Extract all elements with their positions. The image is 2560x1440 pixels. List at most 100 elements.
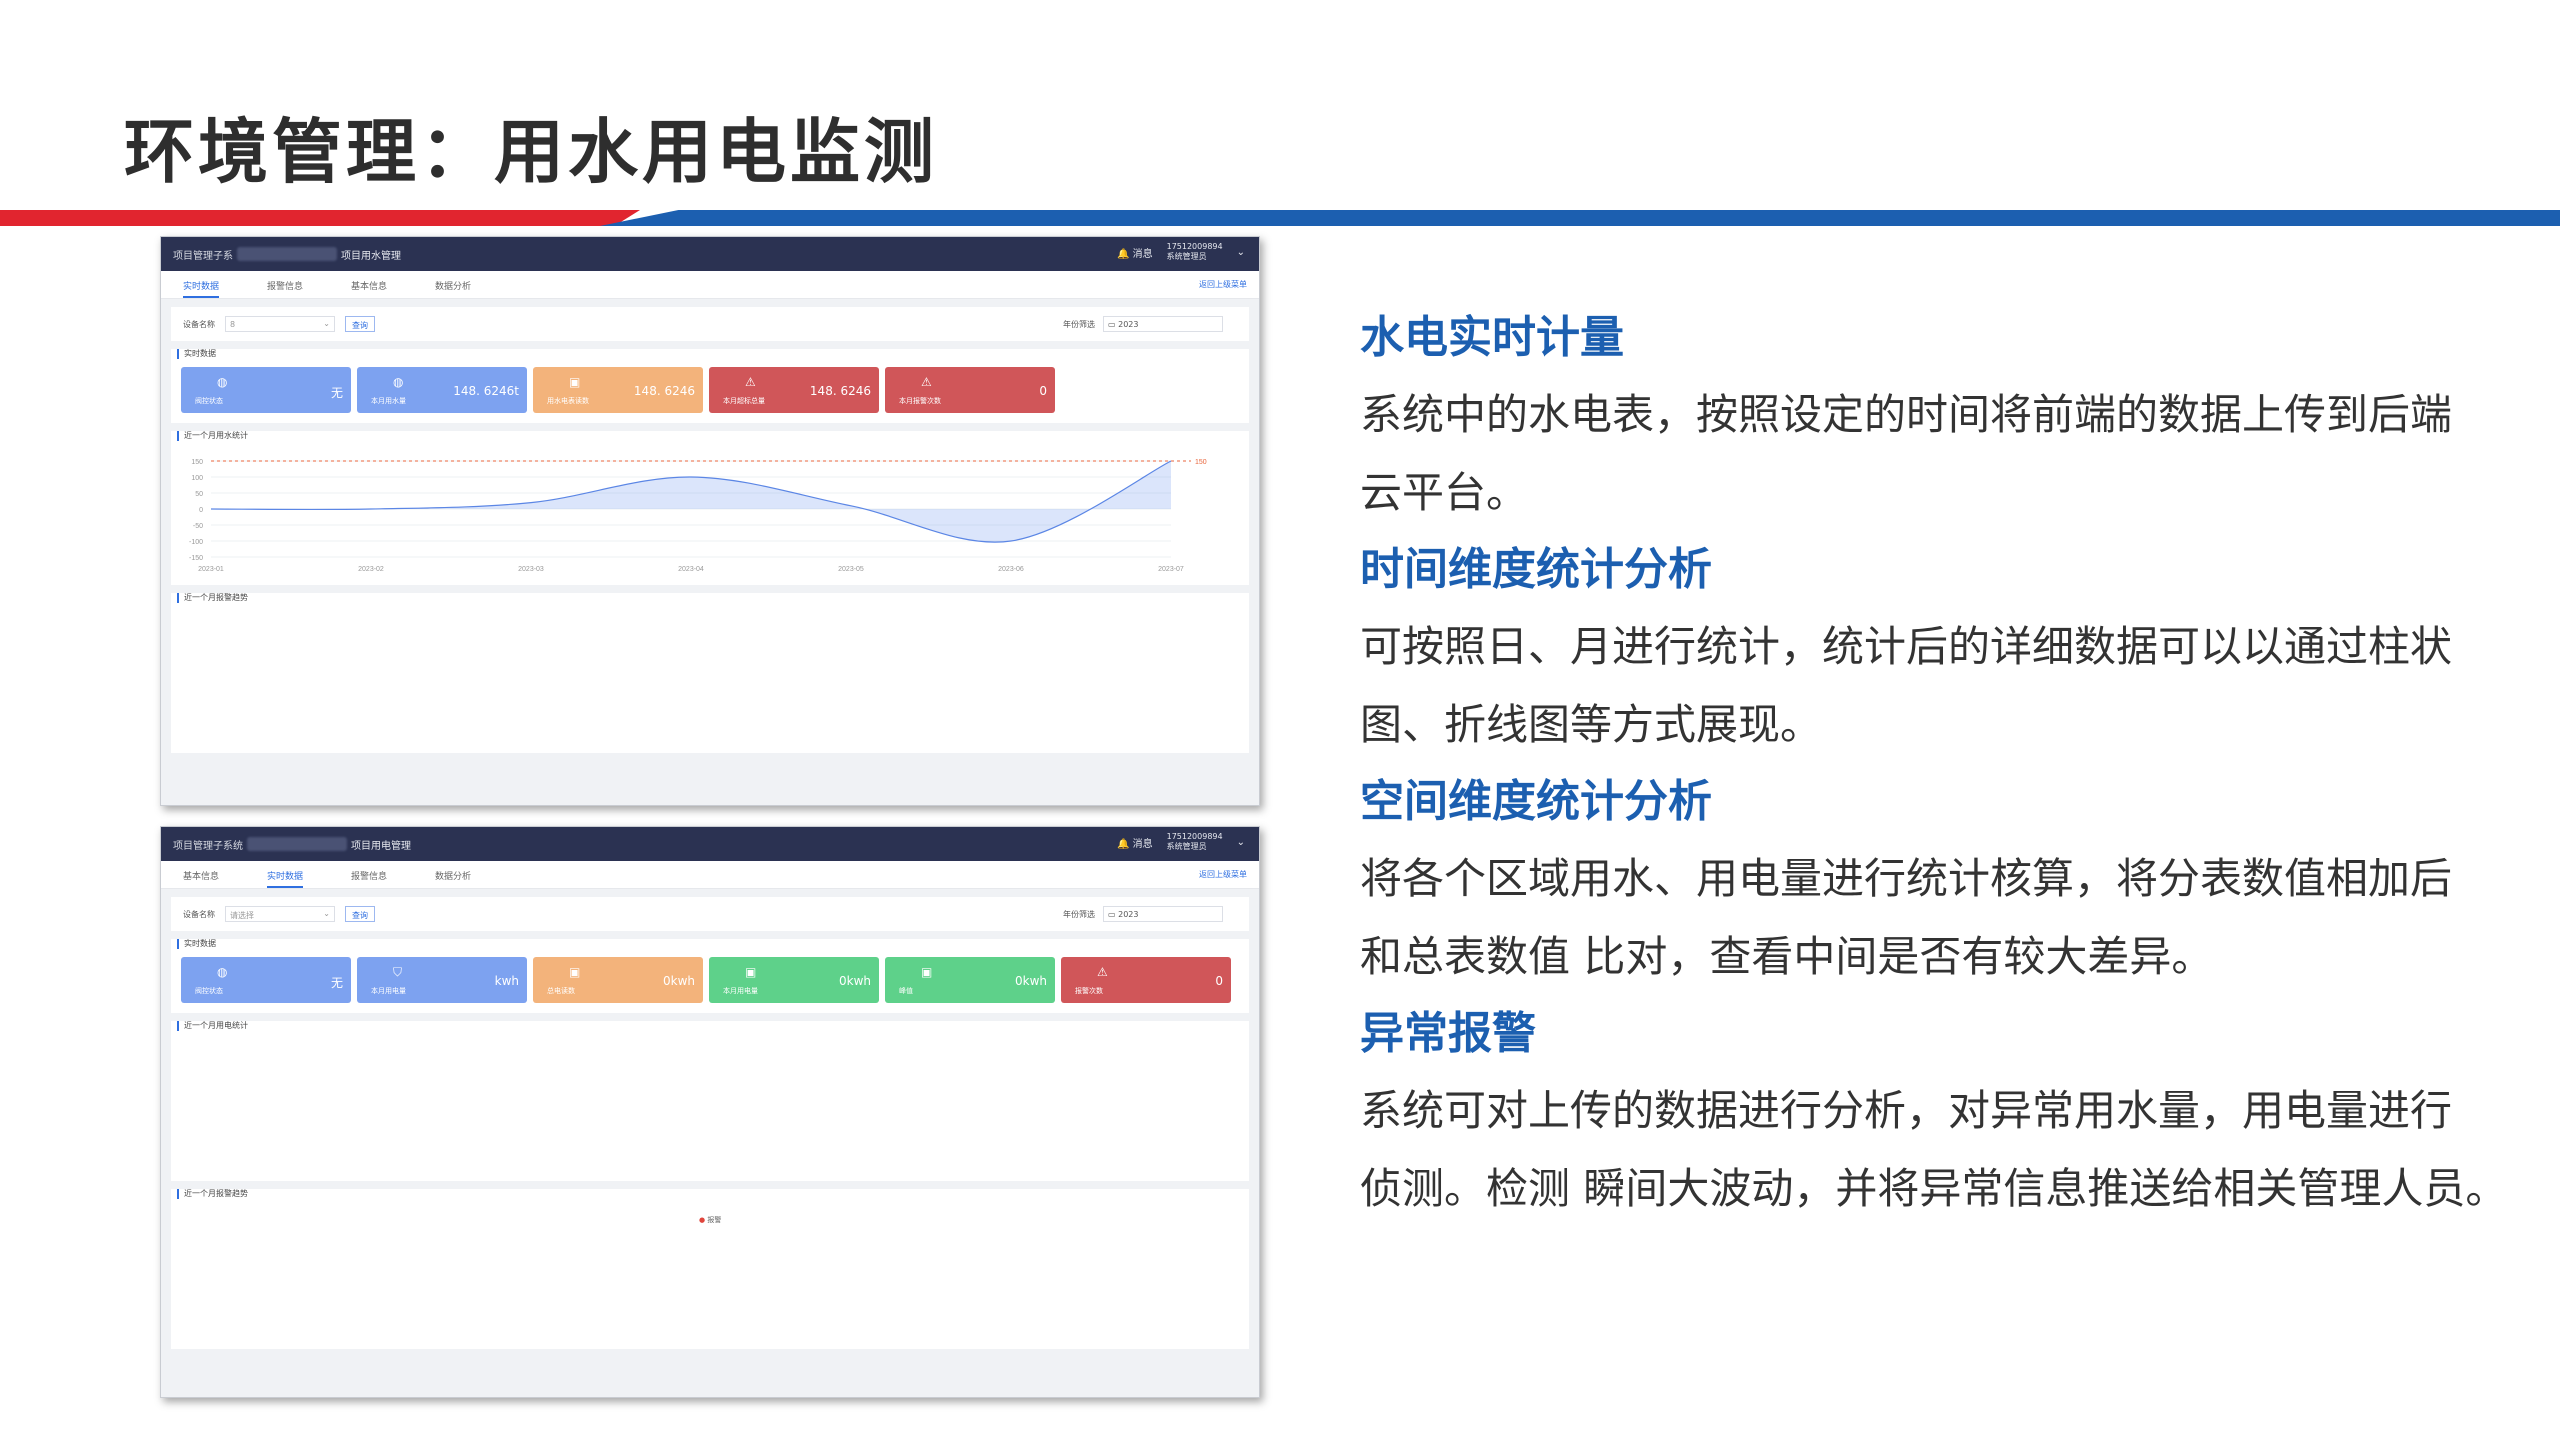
- query-button[interactable]: 查询: [345, 316, 375, 332]
- system-name: 项目管理子系: [173, 250, 233, 262]
- water-drop-icon: ◍: [393, 375, 404, 389]
- card-monthly-power: ⛉ 本月用电量 kwh: [357, 957, 527, 1003]
- device-select-placeholder: 请选择: [230, 911, 254, 920]
- card-value: 无: [330, 386, 343, 400]
- x-tick-label: 2023-04: [678, 566, 704, 573]
- x-tick-label: 2023-03: [518, 566, 544, 573]
- card-label: 峰值: [899, 987, 913, 995]
- legend-label: 报警: [707, 1216, 722, 1224]
- card-alarm-count: ⚠ 报警次数 0: [1061, 957, 1231, 1003]
- device-select-value: 8: [230, 320, 236, 329]
- tab-alarm[interactable]: 报警信息: [267, 279, 303, 298]
- realtime-title: 实时数据: [177, 349, 1249, 359]
- device-select[interactable]: 请选择 ⌄: [225, 906, 335, 922]
- feature-line: 将各个区域用水、用电量进行统计核算，将分表数值相加后: [1360, 854, 2453, 903]
- app-header: 项目管理子系统 项目用电管理 🔔 消息 17512009894 系统管理员 ⌄: [161, 827, 1259, 861]
- alarm-title: 近一个月报警趋势: [177, 1189, 1249, 1199]
- chevron-down-icon[interactable]: ⌄: [1237, 247, 1245, 258]
- year-picker[interactable]: ▭ 2023: [1103, 906, 1223, 922]
- tab-realtime[interactable]: 实时数据: [183, 279, 220, 298]
- feature-heading: 空间维度统计分析: [1360, 776, 1712, 827]
- shield-icon: ⛉: [393, 965, 403, 979]
- alarm-title: 近一个月报警趋势: [177, 593, 1249, 603]
- feature-space-analysis: 空间维度统计分析 将各个区域用水、用电量进行统计核算，将分表数值相加后 和总表数…: [1360, 764, 2510, 996]
- tab-realtime[interactable]: 实时数据: [267, 869, 304, 888]
- warning-icon: ⚠: [1097, 965, 1108, 979]
- x-tick-label: 2023-07: [1158, 566, 1184, 573]
- year-filter: 年份筛选 ▭ 2023: [1063, 906, 1223, 922]
- back-link[interactable]: 返回上级菜单: [1199, 869, 1247, 880]
- tab-basic-info[interactable]: 基本信息: [183, 869, 219, 888]
- user-menu[interactable]: 17512009894 系统管理员: [1167, 832, 1223, 852]
- notification-button[interactable]: 🔔 消息: [1117, 835, 1153, 850]
- tab-alarm[interactable]: 报警信息: [351, 869, 387, 888]
- card-label: 阀控状态: [195, 397, 223, 405]
- meter-icon: ▣: [745, 965, 757, 979]
- trend-title: 近一个月用水统计: [177, 431, 1249, 441]
- filter-bar: 设备名称 8 ⌄ 查询 年份筛选 ▭ 2023: [171, 307, 1249, 341]
- realtime-panel: 实时数据 ◍ 阀控状态 无 ◍ 本月用水量 148. 6246t ▣ 用水电表读数 148.…: [171, 349, 1249, 423]
- feature-line: 和总表数值 比对，查看中间是否有较大差异。: [1360, 932, 2214, 981]
- year-label: 年份筛选: [1063, 909, 1095, 919]
- card-alarm-count: ⚠ 本月报警次数 0: [885, 367, 1055, 413]
- bell-icon: 🔔: [1116, 248, 1130, 260]
- tab-basic-info[interactable]: 基本信息: [351, 279, 387, 298]
- power-trend-panel: 近一个月用电统计: [171, 1021, 1249, 1181]
- markline-label: 150: [1195, 459, 1207, 466]
- feature-line: 图、折线图等方式展现。: [1360, 700, 1823, 749]
- x-tick-label: 2023-02: [358, 566, 384, 573]
- tab-bar: 实时数据 报警信息 基本信息 数据分析 返回上级菜单: [161, 271, 1259, 299]
- feature-abnormal-alarm: 异常报警 系统可对上传的数据进行分析，对异常用水量，用电量进行 侦测。检测 瞬间…: [1360, 996, 2510, 1228]
- tab-analysis[interactable]: 数据分析: [435, 279, 471, 298]
- y-tick-label: -150: [189, 555, 203, 562]
- meter-icon: ▣: [569, 965, 581, 979]
- year-picker[interactable]: ▭ 2023: [1103, 316, 1223, 332]
- year-value: 2023: [1118, 320, 1139, 329]
- card-meter-reading: ▣ 用水电表读数 148. 6246: [533, 367, 703, 413]
- module-name: 项目用水管理: [341, 250, 401, 262]
- user-role: 系统管理员: [1166, 252, 1207, 261]
- card-value: 0: [1039, 384, 1047, 398]
- y-tick-label: 50: [195, 491, 203, 498]
- card-value: 0kwh: [662, 974, 695, 988]
- feature-heading: 时间维度统计分析: [1360, 544, 1712, 595]
- calendar-icon: ▭: [1108, 910, 1116, 919]
- divider-red-segment: [0, 210, 640, 226]
- notification-button[interactable]: 🔔 消息: [1117, 245, 1153, 260]
- device-label: 设备名称: [183, 909, 215, 919]
- redacted-name: [237, 247, 337, 261]
- feature-heading: 水电实时计量: [1360, 312, 1624, 363]
- legend-dot-icon: ●: [699, 1216, 706, 1224]
- chevron-down-icon[interactable]: ⌄: [1237, 837, 1245, 848]
- power-alarm-panel: 近一个月报警趋势 ● 报警: [171, 1189, 1249, 1349]
- tab-bar: 基本信息 实时数据 报警信息 数据分析 返回上级菜单: [161, 861, 1259, 889]
- x-tick-label: 2023-06: [998, 566, 1024, 573]
- feature-time-analysis: 时间维度统计分析 可按照日、月进行统计，统计后的详细数据可以以通过柱状 图、折线…: [1360, 532, 2510, 764]
- user-menu[interactable]: 17512009894 系统管理员: [1167, 242, 1223, 262]
- device-label: 设备名称: [183, 319, 215, 329]
- warning-icon: ⚠: [745, 375, 756, 389]
- tab-analysis[interactable]: 数据分析: [435, 869, 471, 888]
- query-button[interactable]: 查询: [345, 906, 375, 922]
- y-tick-label: -50: [193, 523, 203, 530]
- realtime-cards: ◍ 阀控状态 无 ⛉ 本月用电量 kwh ▣ 总电读数 0kwh ▣ 本月用电量 0kwh ▣ 峰…: [171, 949, 1249, 1013]
- system-name: 项目管理子系统: [173, 840, 243, 852]
- notification-label: 消息: [1132, 838, 1153, 850]
- card-peak: ▣ 峰值 0kwh: [885, 957, 1055, 1003]
- water-management-screenshot: 项目管理子系 项目用水管理 🔔 消息 17512009894 系统管理员 ⌄ 实…: [160, 236, 1260, 806]
- year-value: 2023: [1118, 910, 1139, 919]
- card-label: 本月报警次数: [899, 397, 941, 405]
- user-phone: 17512009894: [1166, 242, 1223, 251]
- realtime-cards: ◍ 阀控状态 无 ◍ 本月用水量 148. 6246t ▣ 用水电表读数 148. 6246…: [171, 359, 1249, 423]
- back-link[interactable]: 返回上级菜单: [1199, 279, 1247, 290]
- card-label: 报警次数: [1075, 987, 1103, 995]
- water-alarm-panel: 近一个月报警趋势: [171, 593, 1249, 753]
- device-select[interactable]: 8 ⌄: [225, 316, 335, 332]
- card-monthly-usage: ▣ 本月用电量 0kwh: [709, 957, 879, 1003]
- card-valve-status: ◍ 阀控状态 无: [181, 367, 351, 413]
- card-value: 无: [330, 976, 343, 990]
- valve-icon: ◍: [217, 965, 228, 979]
- card-label: 阀控状态: [195, 987, 223, 995]
- notification-label: 消息: [1132, 248, 1153, 260]
- y-tick-label: 0: [199, 507, 203, 514]
